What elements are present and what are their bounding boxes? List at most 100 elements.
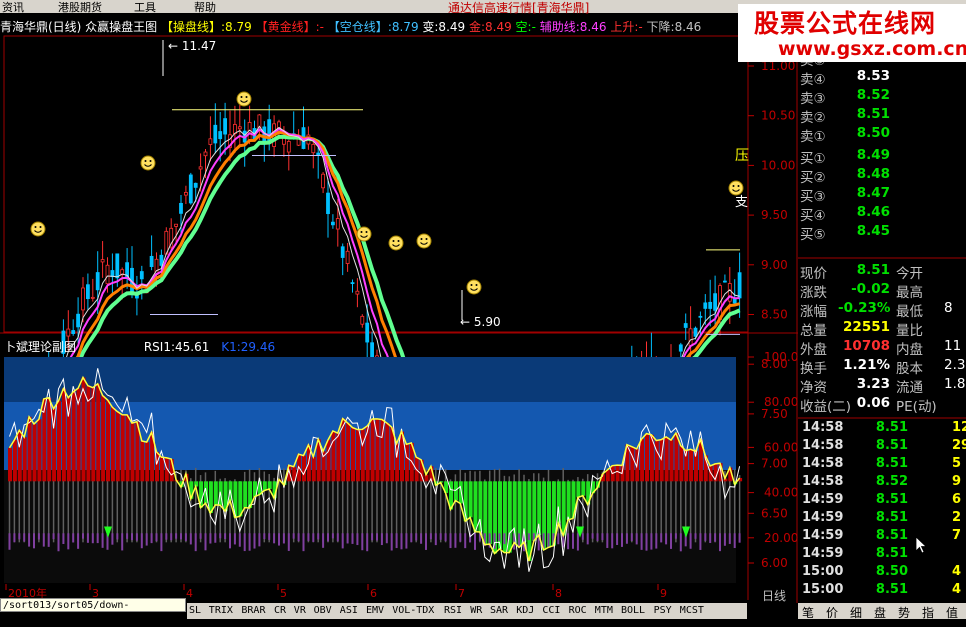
candle-body bbox=[66, 328, 71, 337]
candle-body bbox=[330, 221, 335, 226]
candle-body bbox=[678, 344, 683, 352]
candle-body bbox=[149, 255, 154, 267]
period-label[interactable]: 日线 bbox=[762, 587, 786, 604]
tick-volume: 7 bbox=[952, 528, 962, 543]
window-title: 通达信高速行情[青海华鼎] bbox=[448, 1, 590, 15]
indicator-tab[interactable]: SAR bbox=[490, 605, 508, 616]
stats-value: 10708 bbox=[843, 338, 890, 354]
candle-body bbox=[203, 151, 208, 157]
histogram-bar bbox=[213, 481, 218, 505]
quote-tab[interactable]: 盘 bbox=[874, 604, 886, 621]
indicator-tab[interactable]: VR bbox=[294, 605, 306, 616]
indicator-tab[interactable]: BOLL bbox=[621, 605, 645, 616]
histogram-bar bbox=[96, 383, 101, 482]
candle-body bbox=[370, 342, 375, 358]
histogram-bar bbox=[238, 481, 243, 517]
sub-tick-label: 60.00 bbox=[764, 440, 798, 454]
stats-row: 总量 22551 量比 bbox=[798, 318, 966, 339]
indicator-tab[interactable]: TRIX bbox=[209, 605, 233, 616]
indicator-tab[interactable]: CR bbox=[274, 605, 286, 616]
candle-body bbox=[86, 284, 90, 300]
indicator-tab[interactable]: KDJ bbox=[516, 605, 534, 616]
histogram-bar bbox=[581, 481, 586, 496]
candle-body bbox=[218, 131, 223, 140]
header-segment: 【空仓线】 bbox=[323, 20, 388, 34]
candle-body bbox=[360, 315, 365, 325]
indicator-tab[interactable]: SL bbox=[189, 605, 201, 616]
candle-body bbox=[703, 302, 708, 309]
price-tick-label: 7.00 bbox=[761, 457, 788, 471]
stats-label: 内盘 bbox=[896, 342, 923, 358]
tick-row: 14:59 8.51 2 bbox=[800, 509, 966, 527]
quote-tab[interactable]: 值 bbox=[946, 604, 958, 621]
quote-tab[interactable]: 笔 bbox=[802, 604, 814, 621]
candle-body bbox=[723, 280, 727, 283]
candle-body bbox=[105, 264, 110, 285]
histogram-bar bbox=[145, 442, 150, 482]
tick-volume: 2 bbox=[952, 510, 962, 525]
indicator-tab[interactable]: MCST bbox=[680, 605, 704, 616]
candle-body bbox=[198, 166, 203, 170]
smiley-icon bbox=[728, 180, 744, 196]
histogram-bar bbox=[243, 481, 248, 508]
stats-value: 0.06 bbox=[856, 395, 890, 411]
header-segment: 青海华鼎(日线) 众赢操盘王图 bbox=[0, 20, 158, 34]
histogram-bar bbox=[669, 440, 674, 482]
indicator-tab[interactable]: ROC bbox=[569, 605, 587, 616]
quote-tab[interactable]: 指 bbox=[922, 604, 934, 621]
menu-item-help[interactable]: 帮助 bbox=[194, 0, 216, 15]
candle-body bbox=[286, 141, 291, 153]
menu-item-news[interactable]: 资讯 bbox=[2, 0, 24, 15]
histogram-bar bbox=[527, 481, 532, 562]
indicator-tab[interactable]: CCI bbox=[542, 605, 560, 616]
histogram-bar bbox=[130, 423, 135, 482]
tick-price: 8.50 bbox=[875, 564, 908, 579]
tick-price: 8.51 bbox=[875, 492, 908, 507]
indicator-tab[interactable]: WR bbox=[470, 605, 482, 616]
order-book-price: 8.51 bbox=[856, 106, 890, 122]
tick-time: 15:00 bbox=[802, 582, 844, 597]
histogram-bar bbox=[351, 427, 355, 482]
candle-body bbox=[737, 272, 742, 299]
tick-price: 8.52 bbox=[875, 474, 908, 489]
histogram-bar bbox=[32, 424, 37, 482]
indicator-tab[interactable]: ASI bbox=[340, 605, 358, 616]
tick-row: 14:59 8.51 6 bbox=[800, 491, 966, 509]
sub-tick-label: 80.00 bbox=[764, 395, 798, 409]
smiley-icon bbox=[388, 235, 404, 251]
indicator-tab[interactable]: BRAR bbox=[241, 605, 265, 616]
indicator-tab[interactable]: OBV bbox=[314, 605, 332, 616]
header-segment: 下降:8.46 bbox=[642, 20, 702, 34]
indicator-tab[interactable]: MTM bbox=[595, 605, 613, 616]
sub-chart-header: 卜斌理论副图 RSI1:45.61 K1:29.46 bbox=[4, 338, 275, 355]
quote-tab[interactable]: 细 bbox=[850, 604, 862, 621]
indicator-tab[interactable]: EMV bbox=[366, 605, 384, 616]
candle-body bbox=[139, 271, 144, 280]
indicator-tab[interactable]: RSI bbox=[444, 605, 462, 616]
tick-price: 8.51 bbox=[875, 546, 908, 561]
price-tick-label: 8.50 bbox=[761, 308, 788, 322]
quote-tab[interactable]: 价 bbox=[826, 604, 838, 621]
stats-label: 今开 bbox=[896, 266, 923, 282]
order-book-row: 卖④ 8.53 bbox=[798, 67, 966, 88]
menu-item-hk-futures[interactable]: 港股期货 bbox=[58, 0, 102, 15]
menu-item-tools[interactable]: 工具 bbox=[134, 0, 156, 15]
indicator-tab[interactable]: PSY bbox=[654, 605, 672, 616]
sub-tick-label: 40.00 bbox=[764, 486, 798, 500]
order-book-row: 买③ 8.47 bbox=[798, 184, 966, 205]
order-book-row: 买① 8.49 bbox=[798, 146, 966, 167]
stats-value: 1.8 bbox=[944, 376, 966, 392]
histogram-bar bbox=[47, 397, 52, 482]
stats-label: 涨跌 bbox=[800, 285, 827, 301]
stats-label: 总量 bbox=[800, 323, 827, 339]
quote-tab[interactable]: 势 bbox=[898, 604, 910, 621]
stats-label: 净资 bbox=[800, 380, 827, 396]
histogram-bar bbox=[71, 391, 76, 482]
stats-label: 量比 bbox=[896, 323, 923, 339]
order-book-price: 8.45 bbox=[856, 223, 890, 239]
indicator-tab[interactable]: VOL-TDX bbox=[392, 605, 434, 616]
order-book-row: 卖③ 8.52 bbox=[798, 86, 966, 107]
histogram-bar bbox=[12, 439, 17, 482]
histogram-bar bbox=[385, 422, 390, 482]
stats-value: -0.23% bbox=[838, 300, 891, 316]
